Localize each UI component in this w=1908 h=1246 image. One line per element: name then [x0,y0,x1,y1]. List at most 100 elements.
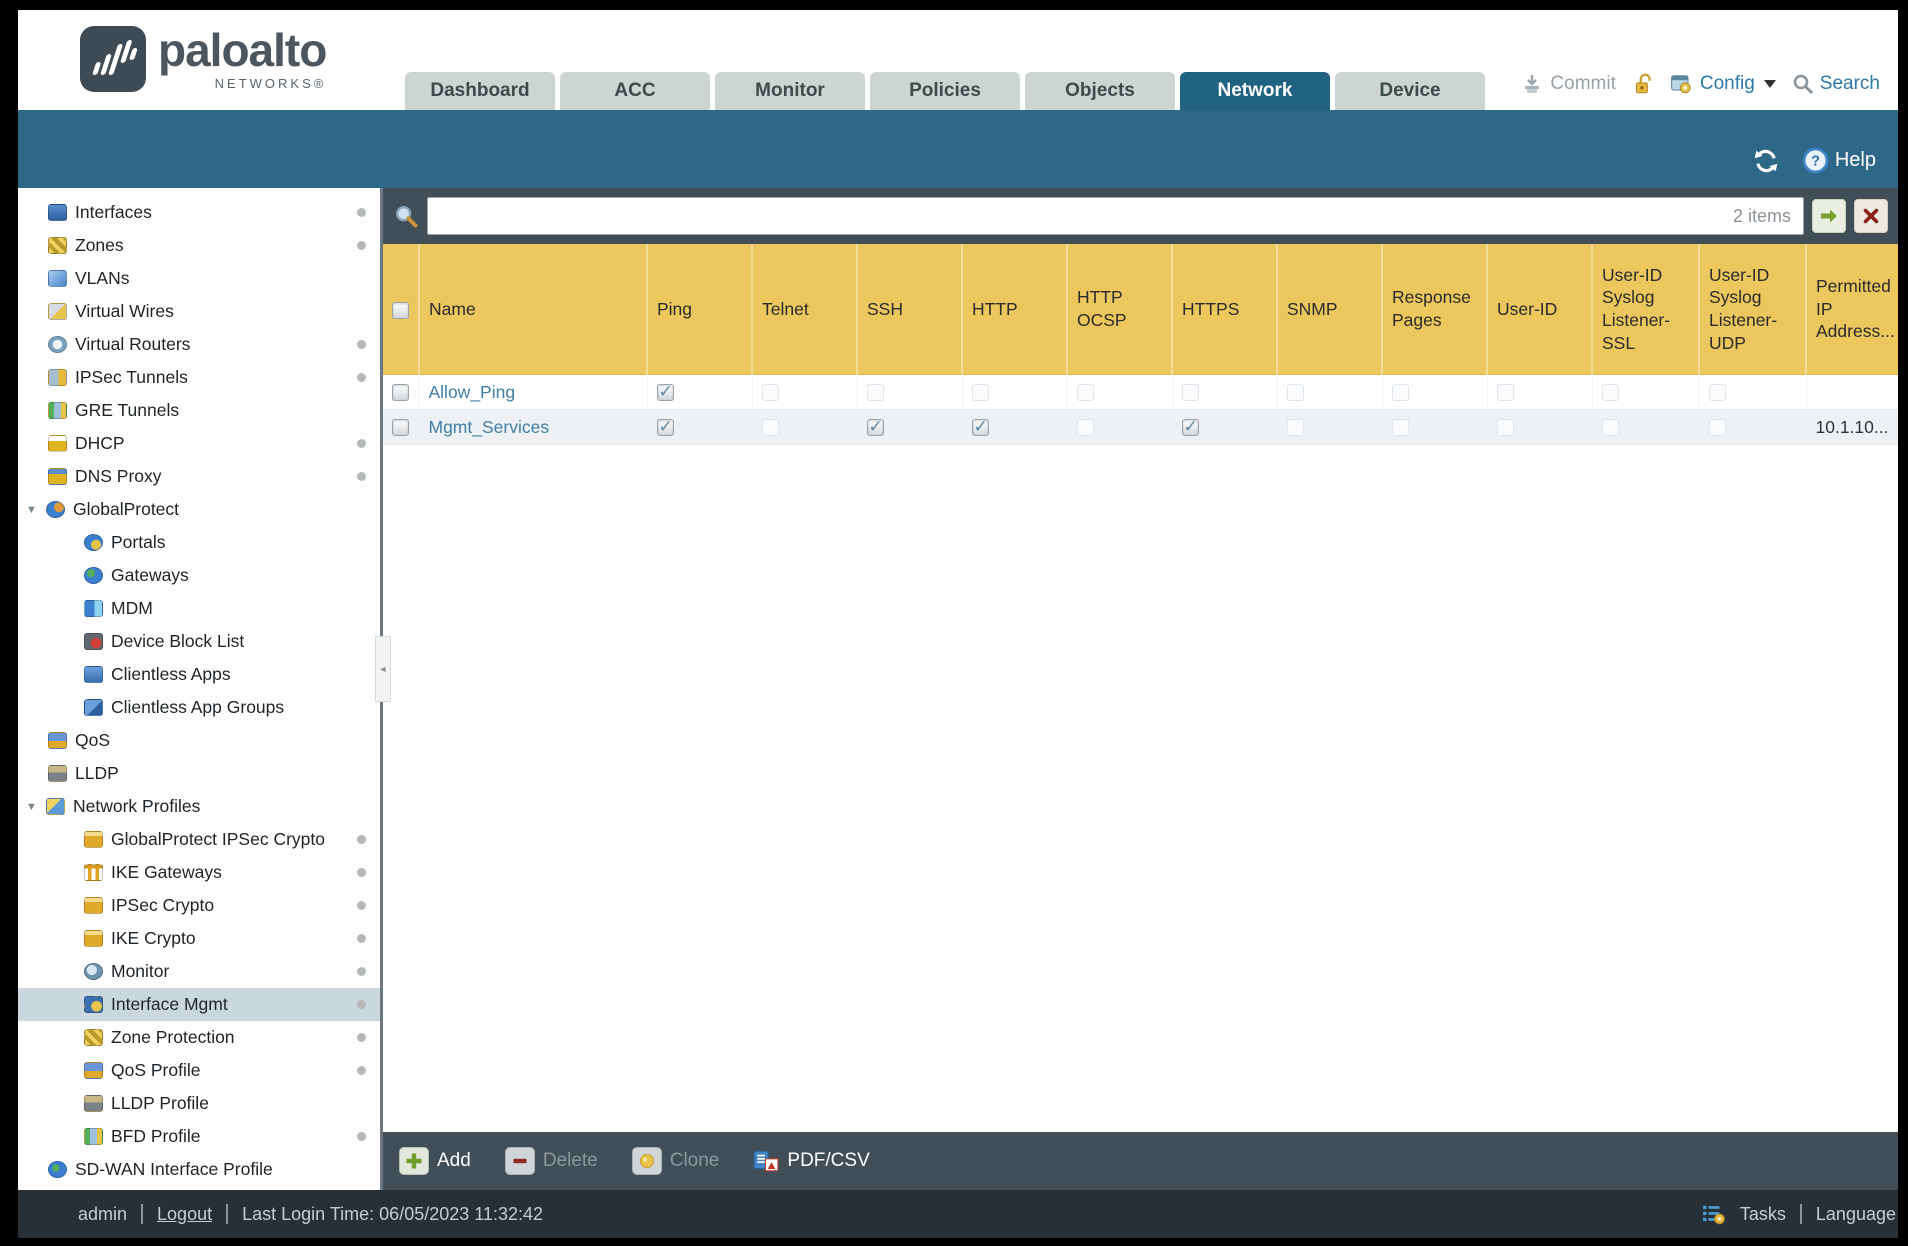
ping-checkbox[interactable] [656,417,674,437]
column-header-ssh[interactable]: SSH [857,244,963,375]
column-header-user_id_syslog_ssl[interactable]: User-ID Syslog Listener-SSL [1592,244,1700,375]
user_id-checkbox[interactable] [1496,384,1514,402]
ssh-checkbox[interactable] [866,384,884,402]
pdf-csv-button[interactable]: PDF/CSV [753,1150,870,1172]
sidebar-item-gre-tunnels[interactable]: GRE Tunnels [18,394,380,427]
response_pages-checkbox[interactable] [1391,419,1409,437]
sidebar-item-portals[interactable]: Portals [18,526,380,559]
clear-filter-button[interactable] [1854,199,1888,233]
column-header-snmp[interactable]: SNMP [1277,244,1383,375]
tab-device[interactable]: Device [1335,72,1485,110]
sidebar-item-globalprotect-ipsec-crypto[interactable]: GlobalProtect IPSec Crypto [18,823,380,856]
tasks-label[interactable]: Tasks [1740,1204,1786,1225]
http_ocsp-cell [1067,374,1173,410]
sidebar-item-zones[interactable]: Zones [18,229,380,262]
tab-objects[interactable]: Objects [1025,72,1175,110]
http_ocsp-checkbox[interactable] [1076,419,1094,437]
logout-link[interactable]: Logout [157,1204,212,1225]
user_id_syslog_udp-checkbox[interactable] [1708,384,1726,402]
language-label[interactable]: Language [1816,1204,1896,1225]
refresh-icon[interactable] [1752,149,1780,173]
column-header-https[interactable]: HTTPS [1172,244,1278,375]
sidebar-item-sd-wan-interface-profile[interactable]: SD-WAN Interface Profile [18,1153,380,1186]
sidebar-item-virtual-routers[interactable]: Virtual Routers [18,328,380,361]
column-header-http_ocsp[interactable]: HTTP OCSP [1067,244,1173,375]
delete-button[interactable]: Delete [504,1147,598,1175]
sidebar-item-clientless-apps[interactable]: Clientless Apps [18,658,380,691]
lock-icon[interactable] [1632,72,1654,96]
https-checkbox[interactable] [1181,384,1199,402]
tab-acc[interactable]: ACC [560,72,710,110]
tab-dashboard[interactable]: Dashboard [405,72,555,110]
sidebar-item-ike-gateways[interactable]: IKE Gateways [18,856,380,889]
snmp-checkbox[interactable] [1286,384,1304,402]
sidebar-item-virtual-wires[interactable]: Virtual Wires [18,295,380,328]
sidebar-item-monitor[interactable]: Monitor [18,955,380,988]
user_id_syslog_ssl-checkbox[interactable] [1601,419,1619,437]
user_id_syslog_udp-checkbox[interactable] [1708,419,1726,437]
column-header-name[interactable]: Name [419,244,648,375]
config-button[interactable]: Config [1670,73,1776,95]
apply-filter-button[interactable] [1812,199,1846,233]
column-header-permitted_ip[interactable]: Permitted IP Address... [1806,244,1898,375]
ping-checkbox[interactable] [656,382,674,402]
http_ocsp-checkbox[interactable] [1076,384,1094,402]
column-header-response_pages[interactable]: Response Pages [1382,244,1488,375]
sidebar-item-gateways[interactable]: Gateways [18,559,380,592]
expander-icon[interactable] [26,504,46,516]
search-button[interactable]: Search [1792,73,1880,95]
add-button[interactable]: Add [399,1147,471,1175]
user_id_syslog_ssl-checkbox[interactable] [1601,384,1619,402]
expander-icon[interactable] [26,801,46,813]
ipsec-crypto-icon [84,897,103,914]
telnet-checkbox[interactable] [761,384,779,402]
select-all-checkbox[interactable] [392,301,409,319]
row-name-link[interactable]: Allow_Ping [429,382,516,402]
sidebar-item-lldp[interactable]: LLDP [18,757,380,790]
ssh-checkbox[interactable] [866,417,884,437]
https-checkbox[interactable] [1181,417,1199,437]
sidebar-item-clientless-app-groups[interactable]: Clientless App Groups [18,691,380,724]
row-name-link[interactable]: Mgmt_Services [429,417,550,437]
sidebar-item-network-profiles[interactable]: Network Profiles [18,790,380,823]
sidebar-item-qos[interactable]: QoS [18,724,380,757]
sidebar-item-dns-proxy[interactable]: DNS Proxy [18,460,380,493]
response_pages-checkbox[interactable] [1391,384,1409,402]
commit-button[interactable]: Commit [1520,73,1616,95]
user_id-checkbox[interactable] [1496,419,1514,437]
sidebar-item-bfd-profile[interactable]: BFD Profile [18,1120,380,1153]
http-checkbox[interactable] [971,384,989,402]
sidebar-item-lldp-profile[interactable]: LLDP Profile [18,1087,380,1120]
sidebar-item-ipsec-tunnels[interactable]: IPSec Tunnels [18,361,380,394]
column-header-user_id[interactable]: User-ID [1487,244,1593,375]
column-header-telnet[interactable]: Telnet [752,244,858,375]
telnet-checkbox[interactable] [761,419,779,437]
row-select-checkbox[interactable] [392,419,410,437]
row-select-checkbox[interactable] [392,384,410,402]
sidebar-item-device-block-list[interactable]: Device Block List [18,625,380,658]
collapse-arrow-icon[interactable] [375,636,391,702]
tab-monitor[interactable]: Monitor [715,72,865,110]
content-panel: 2 items Name Ping Telnet SSH HTTP HTTP OCSP HT… [383,188,1898,1190]
sidebar-item-globalprotect[interactable]: GlobalProtect [18,493,380,526]
sidebar-item-dhcp[interactable]: DHCP [18,427,380,460]
snmp-checkbox[interactable] [1286,419,1304,437]
sidebar-item-qos-profile[interactable]: QoS Profile [18,1054,380,1087]
sidebar-item-ipsec-crypto[interactable]: IPSec Crypto [18,889,380,922]
column-header-user_id_syslog_udp[interactable]: User-ID Syslog Listener-UDP [1699,244,1807,375]
column-header-http[interactable]: HTTP [962,244,1068,375]
sidebar-item-vlans[interactable]: VLANs [18,262,380,295]
clone-button[interactable]: Clone [631,1147,719,1175]
column-header-ping[interactable]: Ping [647,244,753,375]
sidebar-item-interfaces[interactable]: Interfaces [18,196,380,229]
sidebar-item-interface-mgmt[interactable]: Interface Mgmt [18,988,380,1021]
sidebar-item-ike-crypto[interactable]: IKE Crypto [18,922,380,955]
tab-policies[interactable]: Policies [870,72,1020,110]
filter-input[interactable] [440,205,1725,227]
help-button[interactable]: ? Help [1802,147,1876,174]
sidebar-item-zone-protection[interactable]: Zone Protection [18,1021,380,1054]
sidebar-resize-handle[interactable] [375,188,391,1190]
http-checkbox[interactable] [971,417,989,437]
sidebar-item-mdm[interactable]: MDM [18,592,380,625]
tab-network[interactable]: Network [1180,72,1330,110]
